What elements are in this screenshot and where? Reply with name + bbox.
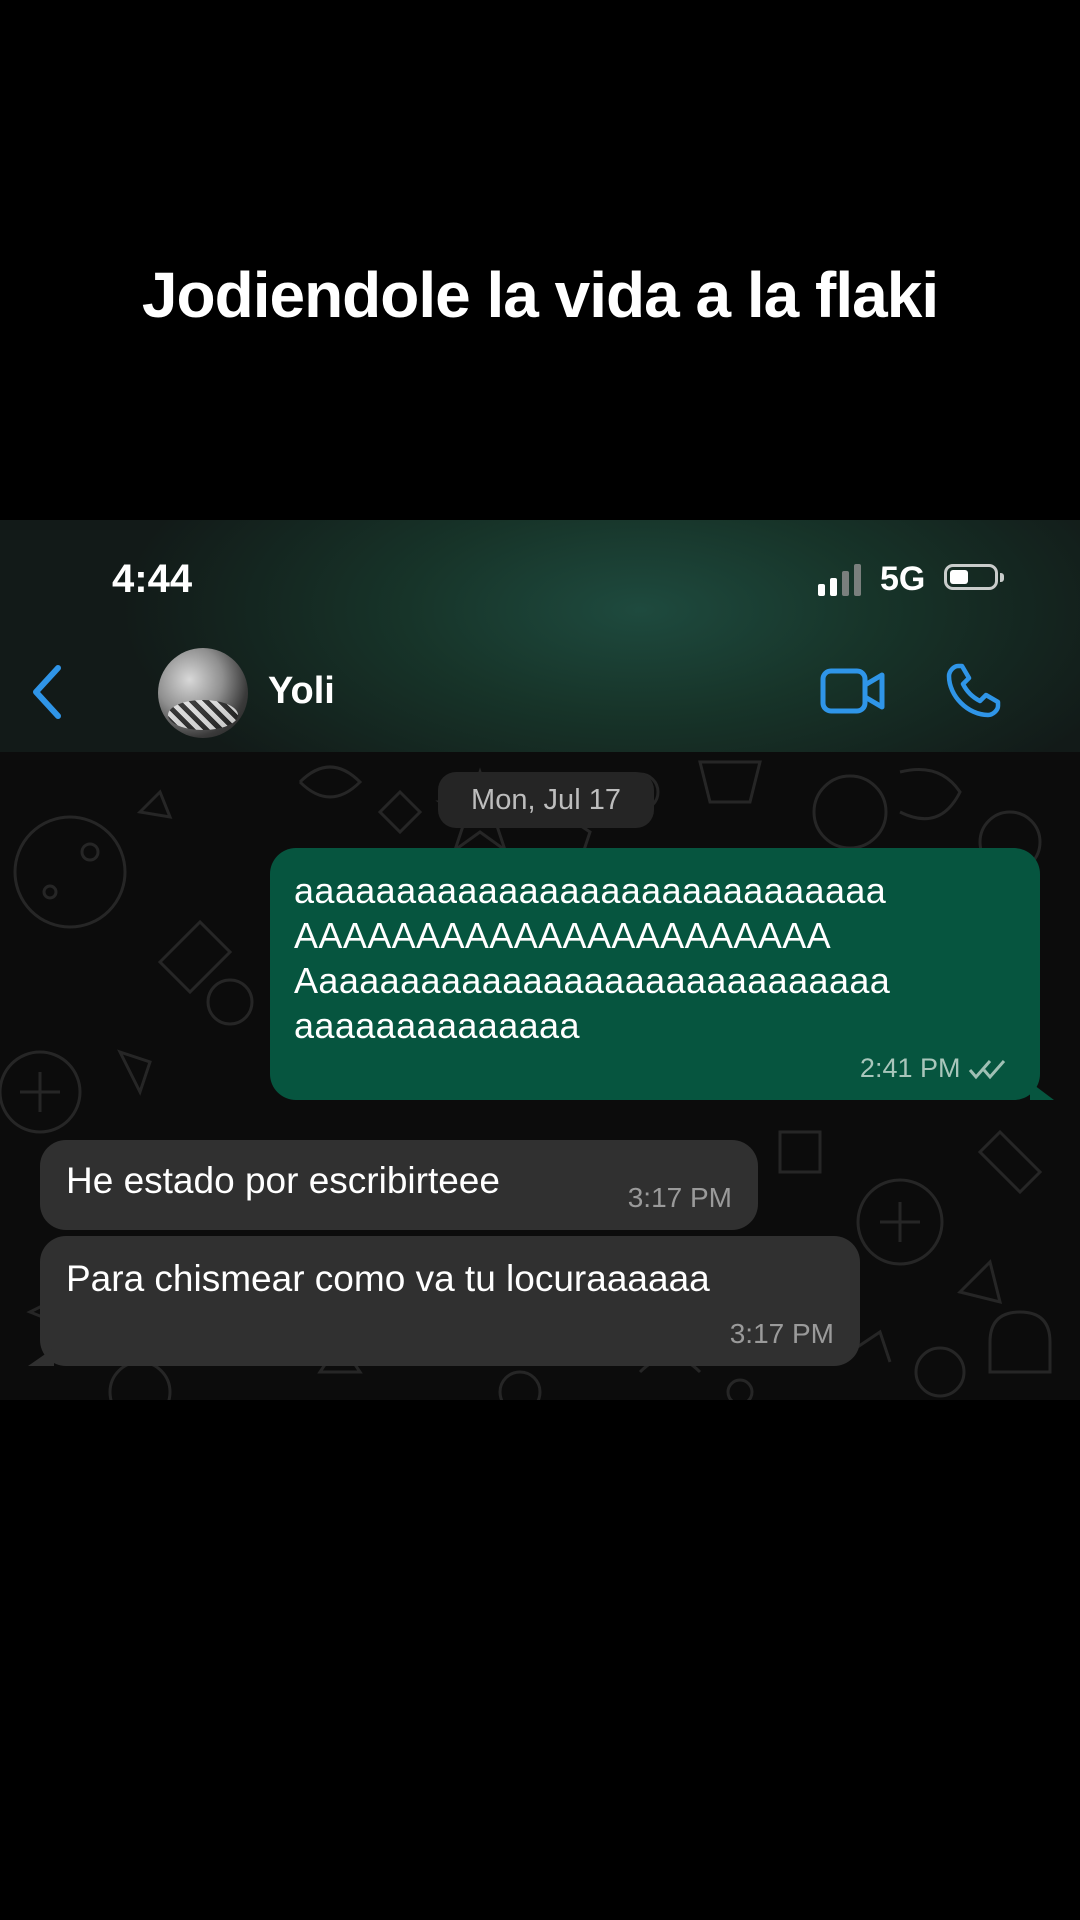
message-list[interactable]: Mon, Jul 17 aaaaaaaaaaaaaaaaaaaaaaaaaaaa…	[0, 752, 1080, 1400]
outgoing-message-bubble[interactable]: aaaaaaaaaaaaaaaaaaaaaaaaaaaaa AAAAAAAAAA…	[270, 848, 1040, 1100]
contact-avatar[interactable]	[158, 648, 248, 738]
network-type: 5G	[880, 560, 926, 598]
message-text: aaaaaaaaaaaaaaaaaaaaaaaaaaaaa AAAAAAAAAA…	[294, 870, 891, 1046]
message-meta: 2:41 PM	[860, 1053, 1008, 1084]
message-text: He estado por escribirteee	[66, 1160, 500, 1201]
message-time: 3:17 PM	[627, 1182, 732, 1213]
phone-call-icon[interactable]	[944, 662, 1002, 720]
incoming-message-bubble[interactable]: He estado por escribirteee 3:17 PM	[40, 1140, 758, 1230]
signal-icon	[818, 562, 861, 596]
video-caption: Jodiendole la vida a la flaki	[141, 259, 939, 331]
contact-name[interactable]: Yoli	[268, 670, 335, 713]
message-time: 2:41 PM	[859, 1053, 961, 1083]
battery-icon	[944, 564, 1004, 590]
message-text: Para chismear como va tu locuraaaaaa	[66, 1258, 710, 1299]
date-separator: Mon, Jul 17	[438, 772, 654, 828]
video-call-icon[interactable]	[820, 668, 886, 714]
chat-header: 4:44 5G Yoli	[0, 520, 1080, 752]
whatsapp-chat-screen: 4:44 5G Yoli Mon, Jul 17 aaaaaaaaaaaaaaa…	[0, 520, 1080, 1400]
incoming-message-bubble[interactable]: Para chismear como va tu locuraaaaaa 3:1…	[40, 1236, 860, 1366]
message-time: 3:17 PM	[729, 1318, 834, 1349]
status-time: 4:44	[112, 557, 193, 601]
back-chevron-icon[interactable]	[28, 662, 68, 722]
double-check-read-icon	[968, 1060, 1006, 1080]
